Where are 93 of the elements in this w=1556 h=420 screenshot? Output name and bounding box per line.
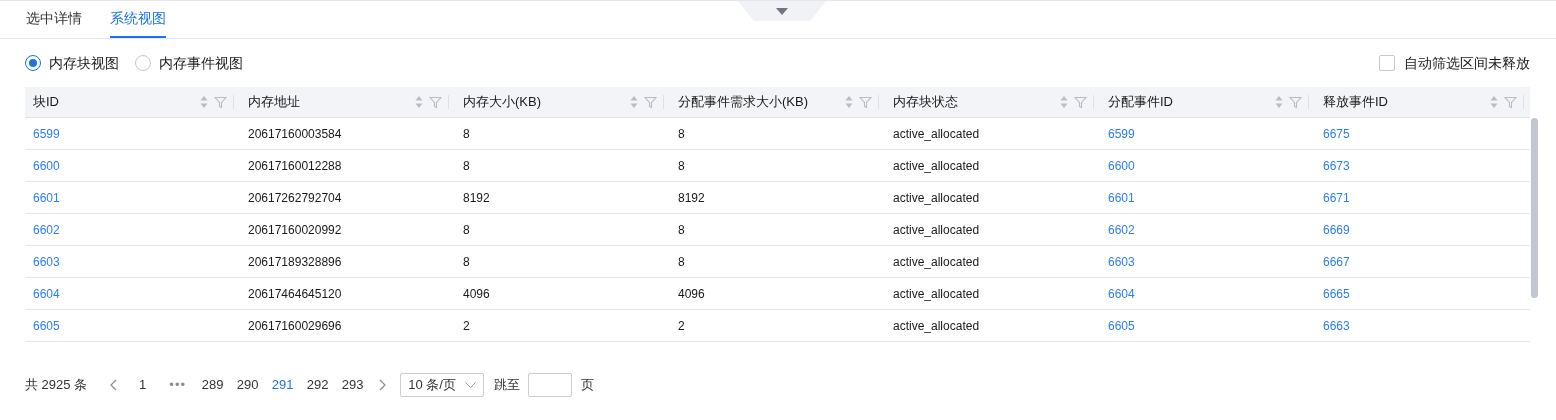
table-cell: active_allocated — [893, 254, 980, 269]
sort-icon[interactable] — [200, 95, 208, 109]
tab[interactable]: 选中详情 — [26, 0, 82, 38]
id-link[interactable]: 6603 — [1108, 254, 1135, 269]
table-cell: 2 — [463, 318, 470, 333]
id-link[interactable]: 6671 — [1323, 190, 1350, 205]
id-link[interactable]: 6669 — [1323, 222, 1350, 237]
page-unit-label: 页 — [581, 376, 595, 395]
sort-icon[interactable] — [1490, 95, 1498, 109]
page-size-select[interactable]: 10 条/页 — [400, 373, 485, 397]
filter-icon[interactable] — [1289, 95, 1302, 109]
column-header: 分配事件需求大小(KB) — [678, 93, 809, 112]
table-cell: 20617262792704 — [248, 190, 342, 205]
column-header: 内存地址 — [248, 93, 301, 112]
table-cell: 2 — [678, 318, 685, 333]
column-header: 内存块状态 — [893, 93, 959, 112]
table-cell: 8 — [678, 222, 685, 237]
table-cell: 8 — [463, 126, 470, 141]
column-header: 释放事件ID — [1323, 93, 1389, 112]
table-cell: 20617464645120 — [248, 286, 342, 301]
page-input[interactable] — [528, 373, 573, 397]
filter-icon[interactable] — [644, 95, 657, 109]
id-link[interactable]: 6605 — [33, 318, 60, 333]
column-header: 块ID — [33, 93, 60, 112]
id-link[interactable]: 6602 — [33, 222, 60, 237]
id-link[interactable]: 6602 — [1108, 222, 1135, 237]
filter-icon[interactable] — [1074, 95, 1087, 109]
radio-option[interactable]: 内存块视图 — [25, 52, 119, 74]
id-link[interactable]: 6604 — [33, 286, 60, 301]
table-cell: active_allocated — [893, 158, 980, 173]
id-link[interactable]: 6605 — [1108, 318, 1135, 333]
page-button[interactable]: 292 — [300, 373, 336, 397]
sort-icon[interactable] — [630, 95, 638, 109]
table-cell: 20617160003584 — [248, 126, 342, 141]
table-cell: active_allocated — [893, 190, 980, 205]
table-cell: 8 — [463, 158, 470, 173]
scrollbar-thumb[interactable] — [1531, 118, 1538, 298]
table-cell: 20617160012288 — [248, 158, 342, 173]
total-count: 共 2925 条 — [25, 376, 88, 395]
id-link[interactable]: 6600 — [1108, 158, 1135, 173]
page-button[interactable]: 291 — [265, 373, 301, 397]
id-link[interactable]: 6601 — [1108, 190, 1135, 205]
column-header: 分配事件ID — [1108, 93, 1174, 112]
table-cell: 8192 — [463, 190, 490, 205]
chevron-right-icon — [378, 379, 386, 391]
id-link[interactable]: 6675 — [1323, 126, 1350, 141]
table-cell: 4096 — [463, 286, 490, 301]
id-link[interactable]: 6665 — [1323, 286, 1350, 301]
table-cell: 8 — [678, 254, 685, 269]
id-link[interactable]: 6667 — [1323, 254, 1350, 269]
id-link[interactable]: 6600 — [33, 158, 60, 173]
table-cell: 20617189328896 — [248, 254, 342, 269]
id-link[interactable]: 6604 — [1108, 286, 1135, 301]
table-cell: 8 — [463, 222, 470, 237]
sort-icon[interactable] — [845, 95, 853, 109]
sort-icon[interactable] — [1275, 95, 1283, 109]
table-cell: active_allocated — [893, 286, 980, 301]
radio-option[interactable]: 内存事件视图 — [135, 52, 243, 74]
id-link[interactable]: 6599 — [1108, 126, 1135, 141]
page-button[interactable]: 289 — [195, 373, 231, 397]
table-cell: active_allocated — [893, 126, 980, 141]
checkbox-option[interactable]: 自动筛选区间未释放 — [1379, 52, 1530, 74]
id-link[interactable]: 6663 — [1323, 318, 1350, 333]
table-cell: 8 — [463, 254, 470, 269]
chevron-left-icon — [109, 379, 117, 391]
jump-label: 跳至 — [494, 376, 521, 395]
id-link[interactable]: 6599 — [33, 126, 60, 141]
id-link[interactable]: 6603 — [33, 254, 60, 269]
filter-icon[interactable] — [859, 95, 872, 109]
id-link[interactable]: 6601 — [33, 190, 60, 205]
tab[interactable]: 系统视图 — [110, 0, 166, 38]
page-button[interactable]: 293 — [335, 373, 371, 397]
sort-icon[interactable] — [1060, 95, 1068, 109]
table-cell: 20617160029696 — [248, 318, 342, 333]
chevron-down-icon — [465, 382, 477, 388]
id-link[interactable]: 6673 — [1323, 158, 1350, 173]
table-cell: 8 — [678, 158, 685, 173]
page-button[interactable]: 290 — [230, 373, 266, 397]
caret-icon — [776, 7, 788, 15]
column-header: 内存大小(KB) — [463, 93, 542, 112]
table-cell: 8 — [678, 126, 685, 141]
table-cell: 8192 — [678, 190, 705, 205]
table-cell: 20617160020992 — [248, 222, 342, 237]
filter-icon[interactable] — [214, 95, 227, 109]
table-cell: active_allocated — [893, 318, 980, 333]
filter-icon[interactable] — [1504, 95, 1517, 109]
more-pages-button[interactable]: ••• — [160, 373, 196, 397]
table-cell: active_allocated — [893, 222, 980, 237]
sort-icon[interactable] — [415, 95, 423, 109]
table-cell: 4096 — [678, 286, 705, 301]
filter-icon[interactable] — [429, 95, 442, 109]
page-button[interactable]: 1 — [125, 373, 161, 397]
checkbox[interactable] — [1379, 55, 1395, 71]
